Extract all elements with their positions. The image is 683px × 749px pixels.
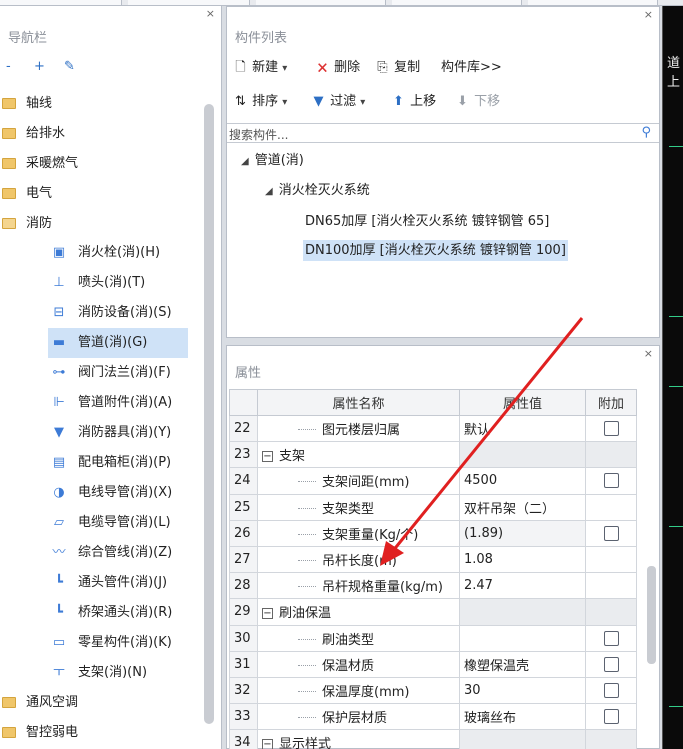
annotation-arrow-shaft (390, 317, 584, 553)
annotation-arrow (380, 317, 584, 566)
annotation-arrow-head (380, 541, 404, 566)
